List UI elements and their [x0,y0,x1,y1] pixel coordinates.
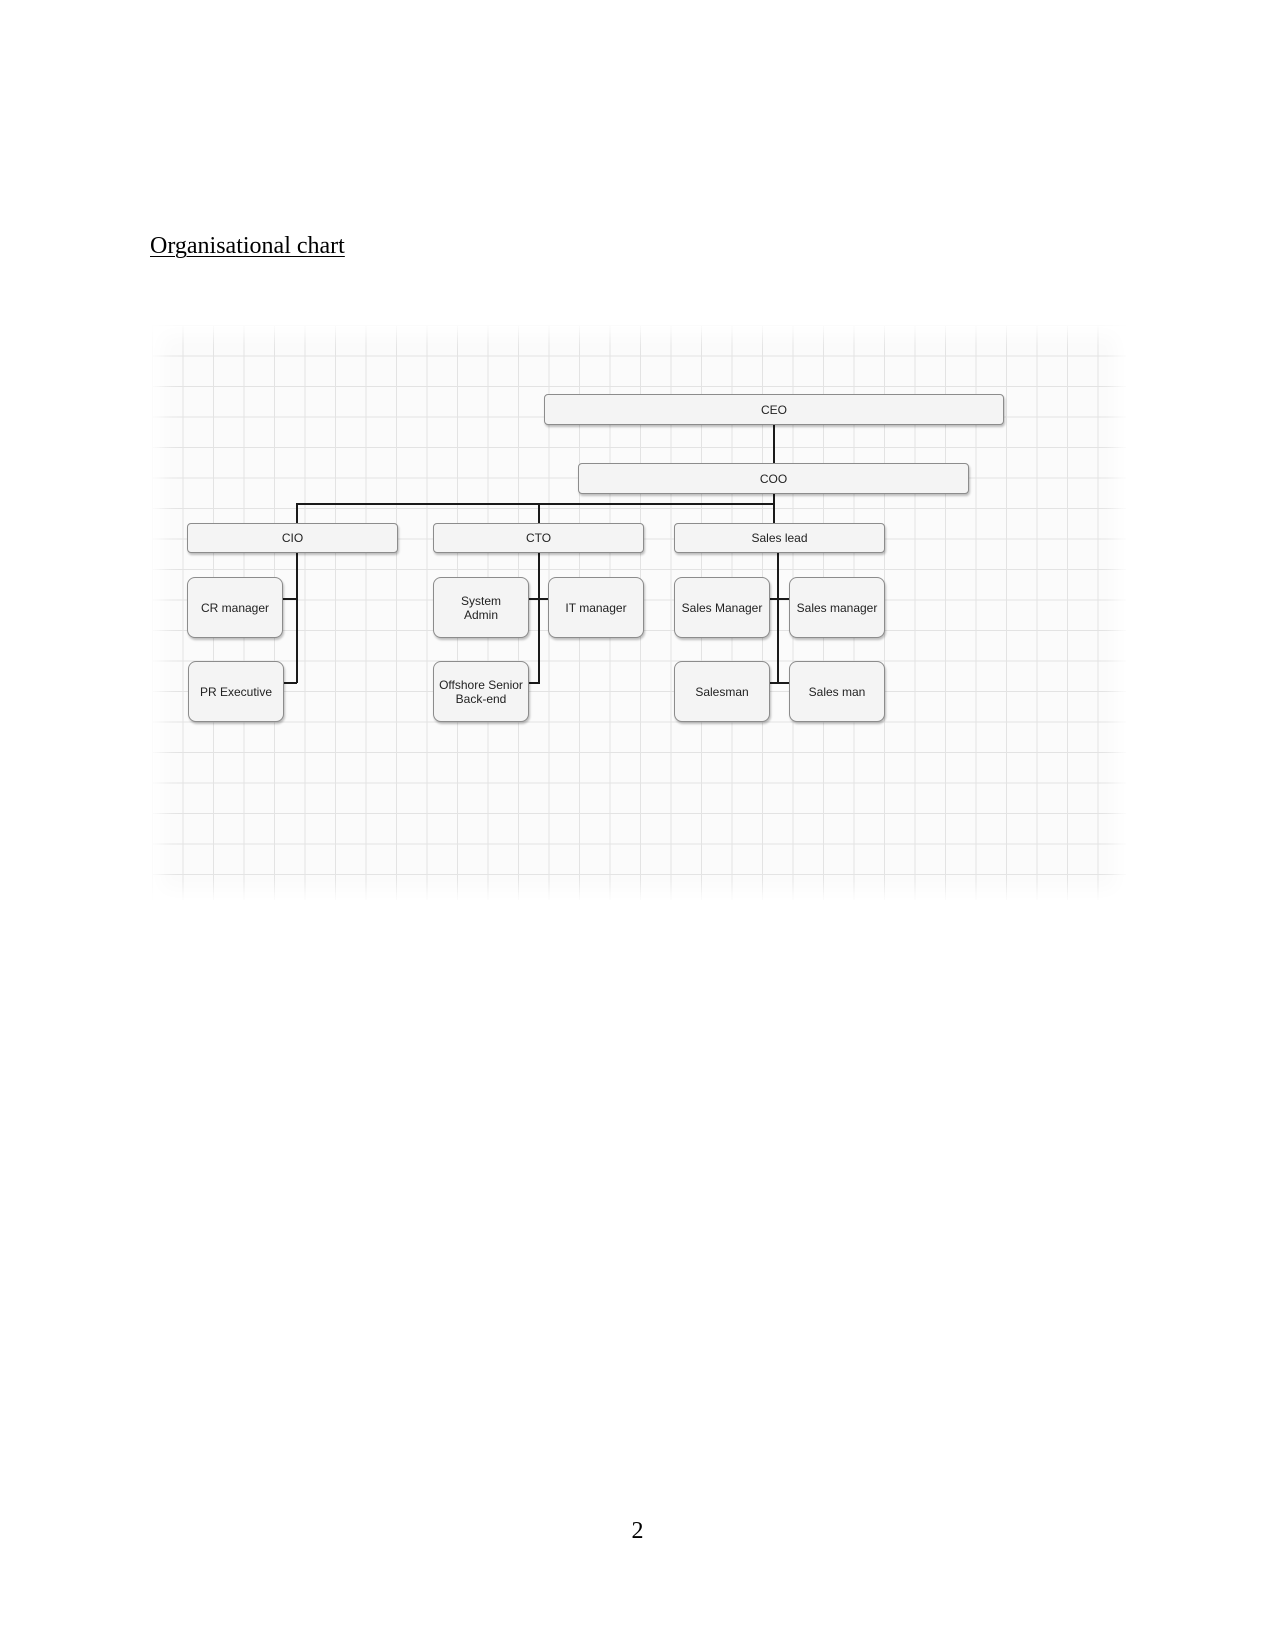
connector-ceo-coo [773,424,775,464]
connector-to-cto [538,503,540,523]
node-sales-lead: Sales lead [674,523,885,553]
node-sales-manager-1: Sales Manager [674,577,770,638]
node-label: CEO [760,402,787,417]
connector-cio-spine [296,551,298,683]
node-coo: COO [578,463,969,494]
node-label: Offshore Senior Back-end [439,677,523,706]
node-label: Sales Manager [681,600,763,615]
node-label: Sales lead [751,531,808,545]
node-salesman-1: Salesman [674,661,770,722]
connector-to-sales-lead [773,503,775,523]
node-system-admin: System Admin [433,577,529,638]
node-label: CR manager [200,600,270,615]
page-heading: Organisational chart [150,233,345,259]
node-label: System Admin [460,593,501,622]
node-label: PR Executive [199,684,273,699]
node-pr-executive: PR Executive [188,661,284,722]
connector-sales-spine [777,551,779,683]
node-cio: CIO [187,523,398,553]
node-label: Sales man [808,684,866,699]
node-label: CIO [281,531,304,545]
node-ceo: CEO [544,394,1004,425]
node-label: COO [759,471,788,486]
connector-department-bar [296,503,774,505]
node-salesman-2: Sales man [789,661,885,722]
org-chart-diagram: CEO COO CIO CTO Sales lead CR manager PR… [152,325,1126,900]
node-it-manager: IT manager [548,577,644,638]
connector-to-cio [296,503,298,523]
page-number: 2 [631,1518,644,1544]
connector-cr-manager [281,598,297,600]
node-cr-manager: CR manager [187,577,283,638]
connector-cto-spine [538,551,540,683]
node-cto: CTO [433,523,644,553]
node-label: IT manager [565,600,627,615]
node-label: Sales manager [796,600,878,615]
node-offshore-senior-backend: Offshore Senior Back-end [433,661,529,722]
node-sales-manager-2: Sales manager [789,577,885,638]
node-label: CTO [525,531,552,545]
node-label: Salesman [695,684,749,699]
